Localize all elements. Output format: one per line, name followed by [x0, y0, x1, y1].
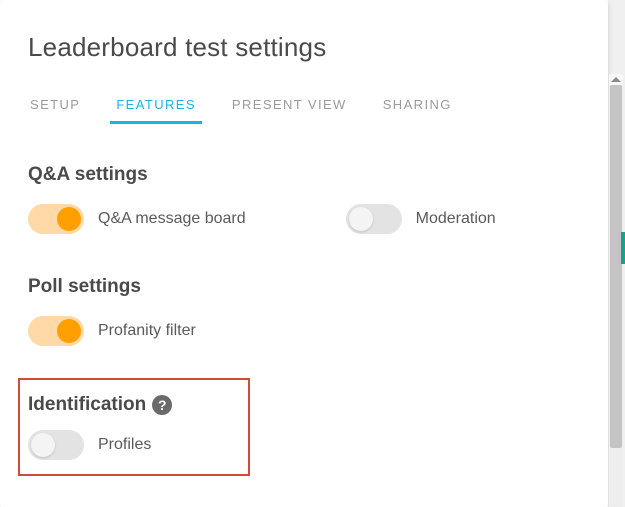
profiles-item: Profiles: [28, 430, 151, 460]
scroll-up-icon[interactable]: [611, 77, 621, 82]
tab-bar: SETUP FEATURES PRESENT VIEW SHARING: [28, 97, 580, 124]
moderation-toggle[interactable]: [346, 204, 402, 234]
poll-toggle-row: Profanity filter: [28, 316, 580, 346]
moderation-label: Moderation: [416, 210, 496, 228]
tab-setup[interactable]: SETUP: [28, 97, 82, 124]
profanity-filter-toggle[interactable]: [28, 316, 84, 346]
qa-settings-title: Q&A settings: [28, 164, 580, 186]
tab-sharing[interactable]: SHARING: [381, 97, 454, 124]
poll-settings-section: Poll settings Profanity filter: [28, 276, 580, 346]
profiles-label: Profiles: [98, 436, 151, 454]
help-icon[interactable]: ?: [152, 395, 172, 415]
profanity-filter-item: Profanity filter: [28, 316, 196, 346]
qa-message-board-label: Q&A message board: [98, 210, 246, 228]
qa-message-board-toggle[interactable]: [28, 204, 84, 234]
scroll-track[interactable]: [609, 85, 623, 507]
page-title: Leaderboard test settings: [28, 32, 580, 63]
settings-modal: Leaderboard test settings SETUP FEATURES…: [0, 0, 608, 507]
scrollbar[interactable]: [609, 74, 623, 507]
identification-title: Identification: [28, 394, 146, 416]
identification-highlight: Identification ? Profiles: [18, 378, 250, 476]
right-accent-strip: [621, 232, 625, 264]
profiles-toggle[interactable]: [28, 430, 84, 460]
profanity-filter-label: Profanity filter: [98, 322, 196, 340]
tab-present-view[interactable]: PRESENT VIEW: [230, 97, 349, 124]
identification-title-row: Identification ?: [28, 394, 240, 416]
identification-toggle-row: Profiles: [28, 430, 240, 460]
poll-settings-title: Poll settings: [28, 276, 580, 298]
qa-settings-section: Q&A settings Q&A message board Moderatio…: [28, 164, 580, 234]
qa-message-board-item: Q&A message board: [28, 204, 246, 234]
tab-features[interactable]: FEATURES: [114, 97, 198, 124]
qa-toggle-row: Q&A message board Moderation: [28, 204, 580, 234]
moderation-item: Moderation: [346, 204, 496, 234]
scroll-thumb[interactable]: [610, 85, 622, 448]
